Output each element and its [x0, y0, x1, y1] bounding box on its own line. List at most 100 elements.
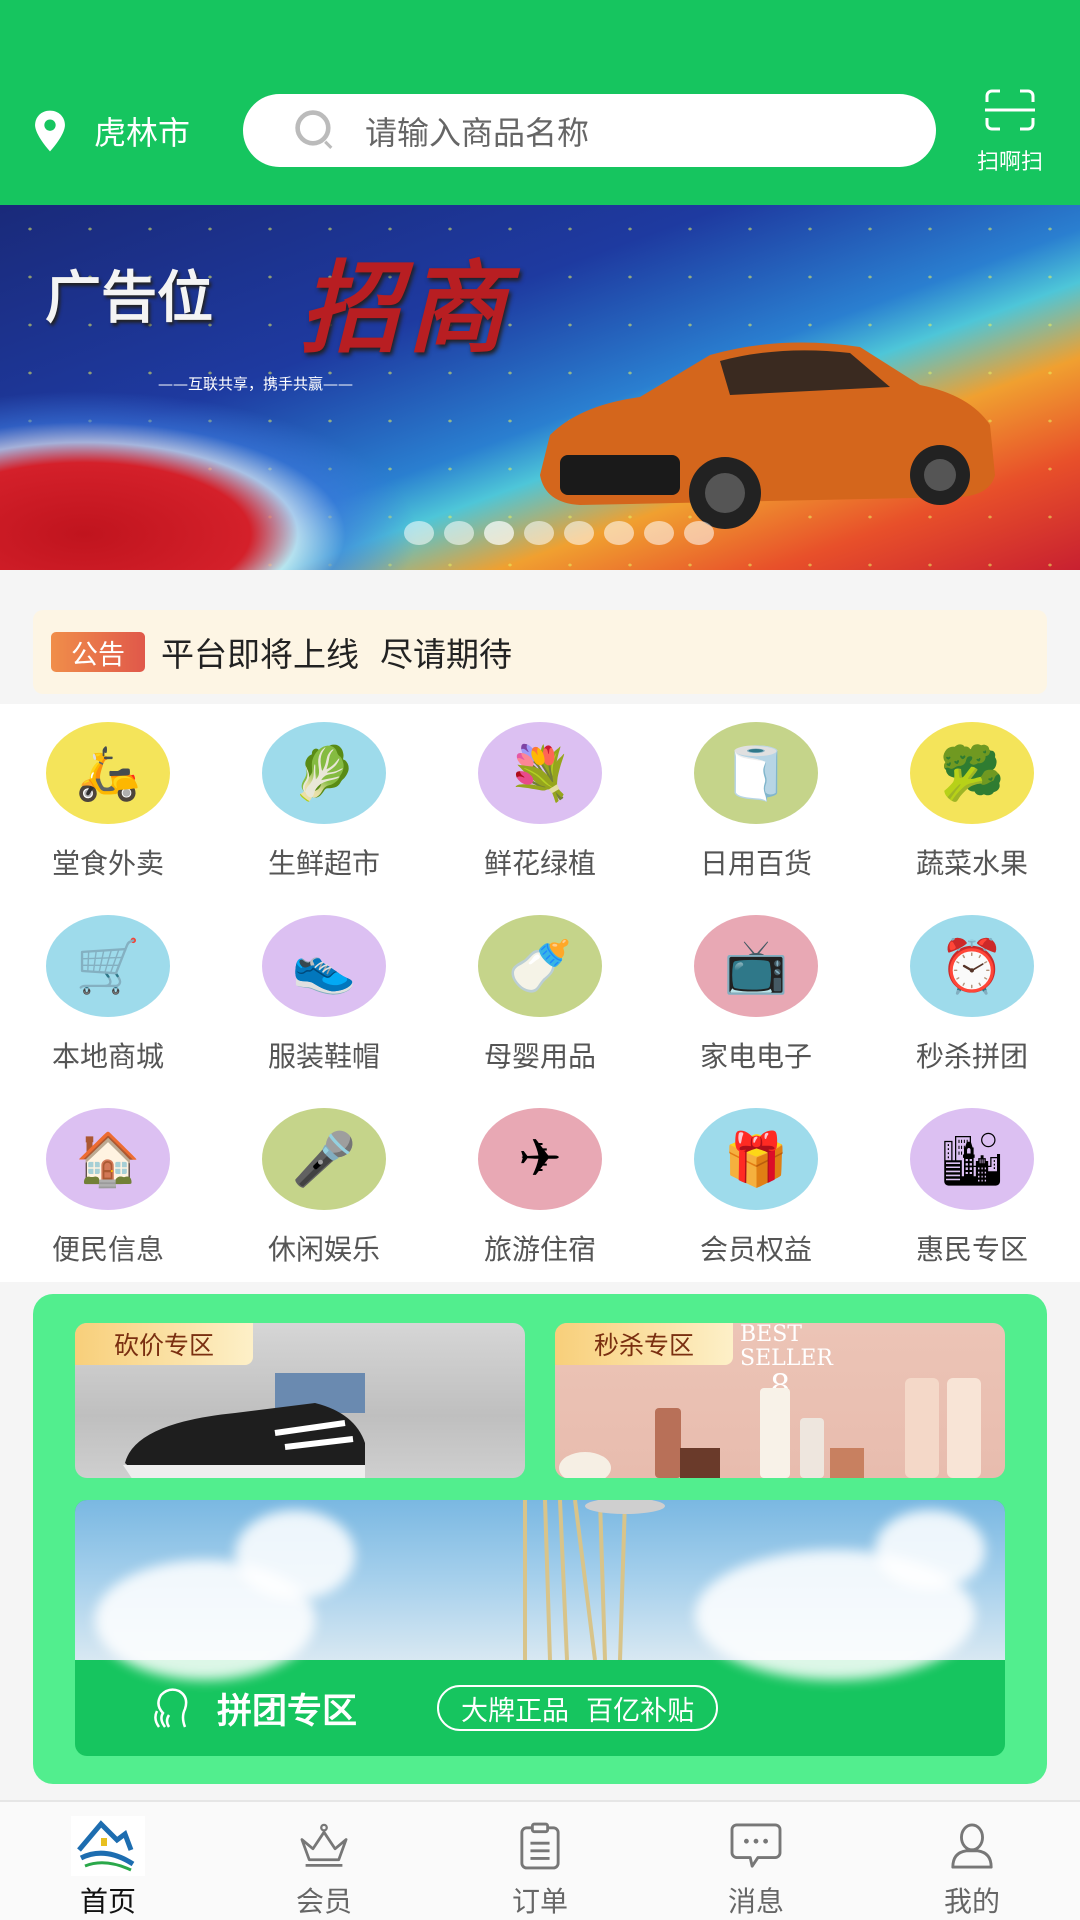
- carousel-dot[interactable]: [444, 521, 474, 545]
- category-image: 🥬: [291, 743, 357, 804]
- category-item[interactable]: 🥬 生鲜超市: [216, 704, 432, 897]
- category-item[interactable]: 🎤 休闲娱乐: [216, 1090, 432, 1283]
- category-label: 本地商城: [51, 1040, 164, 1073]
- group-buy-banner-image: [75, 1500, 1005, 1680]
- home-appliance-icon: 📺: [694, 915, 818, 1017]
- bargain-zone-label: 砍价专区: [75, 1323, 253, 1365]
- scan-label: 扫啊扫: [976, 150, 1043, 175]
- message-icon: [719, 1816, 793, 1876]
- cloud-decoration: [875, 1510, 985, 1590]
- tab-home[interactable]: 首页: [0, 1802, 216, 1920]
- category-item[interactable]: 🍼 母婴用品: [432, 897, 648, 1090]
- category-item[interactable]: 🛒 本地商城: [0, 897, 216, 1090]
- banner-title-highlight: 招商: [300, 249, 512, 367]
- category-label: 会员权益: [699, 1233, 812, 1266]
- flower-bouquet-icon: 💐: [478, 722, 602, 824]
- carousel-dot[interactable]: [524, 521, 554, 545]
- best-text: BEST: [740, 1323, 802, 1347]
- notice-section: 公告 平台即将上线 尽请期待: [0, 570, 1080, 704]
- search-input[interactable]: 请输入商品名称: [243, 94, 936, 167]
- group-buy-bar: 拼团专区 大牌正品 百亿补贴: [75, 1660, 1005, 1756]
- category-item[interactable]: ✈ 旅游住宿: [432, 1090, 648, 1283]
- local-mall-icon: 🛒: [46, 915, 170, 1017]
- category-label: 惠民专区: [915, 1233, 1028, 1266]
- scan-button[interactable]: 扫啊扫: [960, 88, 1060, 176]
- location-name: 虎林市: [94, 114, 191, 152]
- carousel-dot[interactable]: [404, 521, 434, 545]
- tab-messages-label: 消息: [727, 1885, 784, 1918]
- banner-subtitle: ——互联共享，携手共赢——: [158, 375, 354, 393]
- flash-sale-zone-card[interactable]: BEST SELLER 8 秒杀专区: [555, 1323, 1005, 1478]
- fresh-produce-icon: 🥬: [262, 722, 386, 824]
- category-label: 蔬菜水果: [915, 847, 1028, 880]
- category-item[interactable]: ⏰ 秒杀拼团: [864, 897, 1080, 1090]
- category-grid: 🛵 堂食外卖 🥬 生鲜超市 💐 鲜花绿植 🧻 日用百货 🥦 蔬菜水果 🛒 本地商城 👟 服装鞋帽 🍼 母婴用品…: [0, 704, 1080, 1282]
- crown-icon: [287, 1816, 361, 1876]
- sneaker-image: [123, 1373, 365, 1478]
- notice-bar[interactable]: 公告 平台即将上线 尽请期待: [33, 610, 1047, 694]
- category-item[interactable]: 🎁 会员权益: [648, 1090, 864, 1283]
- category-image: ⏰: [939, 936, 1005, 997]
- category-image: 📺: [723, 936, 789, 997]
- category-item[interactable]: 🏙 惠民专区: [864, 1090, 1080, 1283]
- tab-messages[interactable]: 消息: [648, 1802, 864, 1920]
- banner-title: 广告位: [45, 265, 213, 331]
- category-image: 🥦: [939, 743, 1005, 804]
- tab-orders-label: 订单: [511, 1885, 568, 1918]
- category-item[interactable]: 🛵 堂食外卖: [0, 704, 216, 897]
- vip-benefits-icon: 🎁: [694, 1108, 818, 1210]
- notice-text: 平台即将上线 尽请期待: [161, 635, 512, 674]
- scan-icon: [985, 89, 1035, 131]
- category-image: ✈: [518, 1129, 562, 1189]
- promo-section: 砍价专区 BEST SELLER 8 秒杀专区 拼团专区 大牌正品 百亿补贴: [33, 1294, 1047, 1784]
- category-label: 日用百货: [699, 847, 812, 880]
- group-buy-zone-card[interactable]: 拼团专区 大牌正品 百亿补贴: [75, 1500, 1005, 1756]
- carousel-dot[interactable]: [604, 521, 634, 545]
- tab-profile[interactable]: 我的: [864, 1802, 1080, 1920]
- discount-zone-icon: 🏙: [910, 1108, 1034, 1210]
- category-image: 💐: [507, 743, 573, 804]
- notice-badge: 公告: [51, 632, 145, 672]
- category-image: 🧻: [723, 743, 789, 804]
- category-label: 服装鞋帽: [267, 1040, 380, 1073]
- carousel-dot[interactable]: [644, 521, 674, 545]
- category-label: 母婴用品: [483, 1040, 596, 1073]
- category-image: 👟: [291, 936, 357, 997]
- group-buy-slogan: 大牌正品 百亿补贴: [437, 1685, 719, 1731]
- user-icon: [935, 1816, 1009, 1876]
- group-people-icon: [154, 1688, 188, 1728]
- category-label: 休闲娱乐: [267, 1233, 380, 1266]
- group-buy-title: 拼团专区: [217, 1691, 358, 1732]
- category-label: 生鲜超市: [267, 847, 380, 880]
- carousel-indicators: [404, 521, 714, 545]
- flash-sale-zone-label: 秒杀专区: [555, 1323, 733, 1365]
- category-label: 便民信息: [51, 1233, 164, 1266]
- category-item[interactable]: 💐 鲜花绿植: [432, 704, 648, 897]
- tab-member[interactable]: 会员: [216, 1802, 432, 1920]
- delivery-scooter-icon: 🛵: [46, 722, 170, 824]
- tab-orders[interactable]: 订单: [432, 1802, 648, 1920]
- location-selector[interactable]: 虎林市: [30, 108, 190, 154]
- bargain-zone-card[interactable]: 砍价专区: [75, 1323, 525, 1478]
- carousel-dot[interactable]: [484, 521, 514, 545]
- category-item[interactable]: 👟 服装鞋帽: [216, 897, 432, 1090]
- category-item[interactable]: 📺 家电电子: [648, 897, 864, 1090]
- category-item[interactable]: 🏠 便民信息: [0, 1090, 216, 1283]
- category-item[interactable]: 🥦 蔬菜水果: [864, 704, 1080, 897]
- bottom-tab-bar: 首页 会员 订单 消息 我的: [0, 1800, 1080, 1920]
- tab-home-label: 首页: [79, 1885, 136, 1918]
- category-image: 🎤: [291, 1129, 357, 1190]
- flash-sale-icon: ⏰: [910, 915, 1034, 1017]
- sculpture-rods-image: [523, 1500, 665, 1660]
- carousel-dot[interactable]: [684, 521, 714, 545]
- ad-banner-carousel[interactable]: 广告位 招商 ——互联共享，携手共赢——: [0, 205, 1080, 570]
- best-seller-text: BEST SELLER: [740, 1323, 833, 1371]
- leisure-entertainment-icon: 🎤: [262, 1108, 386, 1210]
- category-label: 家电电子: [699, 1040, 812, 1073]
- home-page: 虎林市 请输入商品名称 扫啊扫 广告位 招商 ——互联共享，携手共赢—— 公告 …: [0, 0, 1080, 1920]
- category-image: 🎁: [723, 1129, 789, 1190]
- category-label: 堂食外卖: [51, 847, 164, 880]
- category-item[interactable]: 🧻 日用百货: [648, 704, 864, 897]
- tab-profile-label: 我的: [943, 1885, 1000, 1918]
- carousel-dot[interactable]: [564, 521, 594, 545]
